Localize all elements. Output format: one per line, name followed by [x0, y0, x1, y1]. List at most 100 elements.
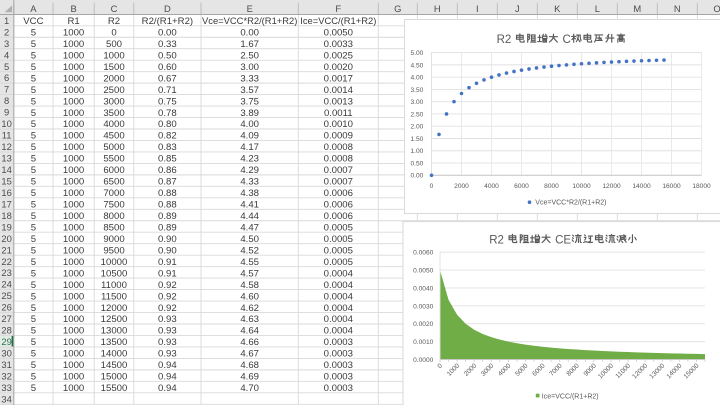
svg-text:0.0003: 0.0003	[324, 337, 353, 348]
svg-text:4000: 4000	[484, 183, 499, 190]
svg-text:5500: 5500	[103, 154, 124, 165]
svg-text:1000: 1000	[63, 372, 84, 383]
svg-text:5: 5	[31, 280, 36, 291]
svg-text:O: O	[713, 3, 720, 14]
svg-text:15000: 15000	[101, 372, 128, 383]
svg-text:16: 16	[1, 187, 11, 198]
svg-text:0.0030: 0.0030	[413, 303, 434, 310]
svg-text:5: 5	[31, 142, 36, 153]
svg-text:0.0025: 0.0025	[324, 50, 353, 61]
svg-text:0.0006: 0.0006	[324, 211, 353, 222]
svg-text:0.88: 0.88	[158, 200, 177, 211]
svg-text:1000: 1000	[63, 291, 84, 302]
svg-text:5: 5	[31, 211, 36, 222]
svg-text:Vce=VCC*R2/(R1+R2): Vce=VCC*R2/(R1+R2)	[535, 200, 606, 207]
svg-text:5000: 5000	[103, 142, 124, 153]
svg-text:2: 2	[4, 26, 9, 37]
svg-text:2.50: 2.50	[410, 111, 423, 118]
svg-text:34: 34	[1, 393, 11, 404]
svg-text:8000: 8000	[103, 211, 124, 222]
svg-text:17: 17	[1, 198, 11, 209]
svg-text:0.91: 0.91	[158, 257, 177, 268]
svg-text:6000: 6000	[103, 165, 124, 176]
svg-text:4.57: 4.57	[240, 268, 259, 279]
svg-text:4.23: 4.23	[240, 154, 259, 165]
svg-text:1500: 1500	[103, 62, 124, 73]
svg-text:L: L	[595, 3, 600, 14]
svg-text:1000: 1000	[63, 50, 84, 61]
svg-text:R2: R2	[497, 34, 512, 46]
svg-text:0.93: 0.93	[158, 314, 177, 325]
svg-text:5: 5	[31, 62, 36, 73]
svg-text:11000: 11000	[101, 280, 127, 291]
svg-text:3.57: 3.57	[240, 85, 259, 96]
svg-text:30: 30	[1, 348, 11, 359]
svg-text:26: 26	[1, 302, 11, 313]
svg-text:1000: 1000	[63, 62, 84, 73]
svg-text:0.0000: 0.0000	[413, 357, 434, 364]
svg-text:0.0014: 0.0014	[324, 85, 354, 96]
svg-text:5: 5	[31, 268, 36, 279]
svg-text:33: 33	[1, 382, 11, 393]
svg-text:5: 5	[31, 349, 36, 360]
svg-text:R2/(R1+R2): R2/(R1+R2)	[142, 16, 193, 27]
svg-text:5: 5	[31, 372, 36, 383]
svg-text:1000: 1000	[63, 131, 84, 142]
svg-text:0.0003: 0.0003	[324, 383, 353, 394]
svg-text:15500: 15500	[101, 383, 128, 394]
svg-text:0.50: 0.50	[410, 160, 423, 167]
svg-text:1000: 1000	[63, 280, 84, 291]
svg-text:0.93: 0.93	[158, 349, 177, 360]
svg-text:0.0010: 0.0010	[413, 339, 434, 346]
svg-text:1000: 1000	[63, 234, 84, 245]
svg-text:C: C	[563, 34, 571, 46]
svg-text:CE: CE	[555, 235, 571, 247]
svg-text:1: 1	[4, 15, 9, 26]
svg-text:1000: 1000	[103, 50, 124, 61]
svg-text:4.33: 4.33	[240, 177, 259, 188]
svg-text:0.87: 0.87	[158, 177, 177, 188]
svg-text:0.92: 0.92	[158, 291, 177, 302]
svg-text:22: 22	[1, 256, 11, 267]
svg-text:0.0004: 0.0004	[324, 326, 354, 337]
svg-text:C: C	[111, 3, 118, 14]
svg-text:14500: 14500	[101, 360, 128, 371]
svg-text:0.91: 0.91	[158, 268, 177, 279]
svg-text:0.0033: 0.0033	[324, 39, 353, 50]
svg-text:K: K	[554, 3, 561, 14]
svg-text:4.50: 4.50	[240, 234, 259, 245]
svg-text:1000: 1000	[63, 119, 84, 130]
svg-text:1000: 1000	[63, 314, 84, 325]
svg-text:4.00: 4.00	[410, 75, 423, 82]
svg-text:5: 5	[31, 234, 36, 245]
svg-text:5: 5	[31, 383, 36, 394]
svg-text:5: 5	[31, 39, 36, 50]
svg-text:5: 5	[31, 28, 36, 39]
svg-text:1000: 1000	[63, 257, 84, 268]
svg-text:4.62: 4.62	[240, 303, 259, 314]
svg-text:5: 5	[31, 223, 36, 234]
svg-text:5: 5	[31, 257, 36, 268]
svg-text:0.93: 0.93	[158, 337, 177, 348]
svg-text:0.90: 0.90	[158, 234, 177, 245]
svg-text:VCC: VCC	[23, 16, 43, 27]
svg-text:1000: 1000	[63, 268, 84, 279]
svg-text:1000: 1000	[63, 200, 84, 211]
svg-text:0.0005: 0.0005	[324, 245, 353, 256]
svg-text:1000: 1000	[63, 349, 84, 360]
svg-text:0.0003: 0.0003	[324, 372, 353, 383]
svg-text:4.70: 4.70	[240, 383, 259, 394]
svg-text:0.71: 0.71	[158, 85, 177, 96]
svg-text:1.50: 1.50	[410, 136, 423, 143]
svg-text:24: 24	[1, 279, 11, 290]
svg-text:4.29: 4.29	[240, 165, 259, 176]
svg-text:0.0017: 0.0017	[324, 73, 353, 84]
svg-text:27: 27	[1, 313, 11, 324]
svg-text:6: 6	[4, 72, 9, 83]
svg-text:4.41: 4.41	[240, 200, 259, 211]
svg-text:0.67: 0.67	[158, 73, 177, 84]
svg-text:0.0050: 0.0050	[413, 267, 434, 274]
svg-text:7: 7	[4, 84, 9, 95]
svg-text:23: 23	[1, 267, 11, 278]
svg-text:1.00: 1.00	[410, 148, 423, 155]
